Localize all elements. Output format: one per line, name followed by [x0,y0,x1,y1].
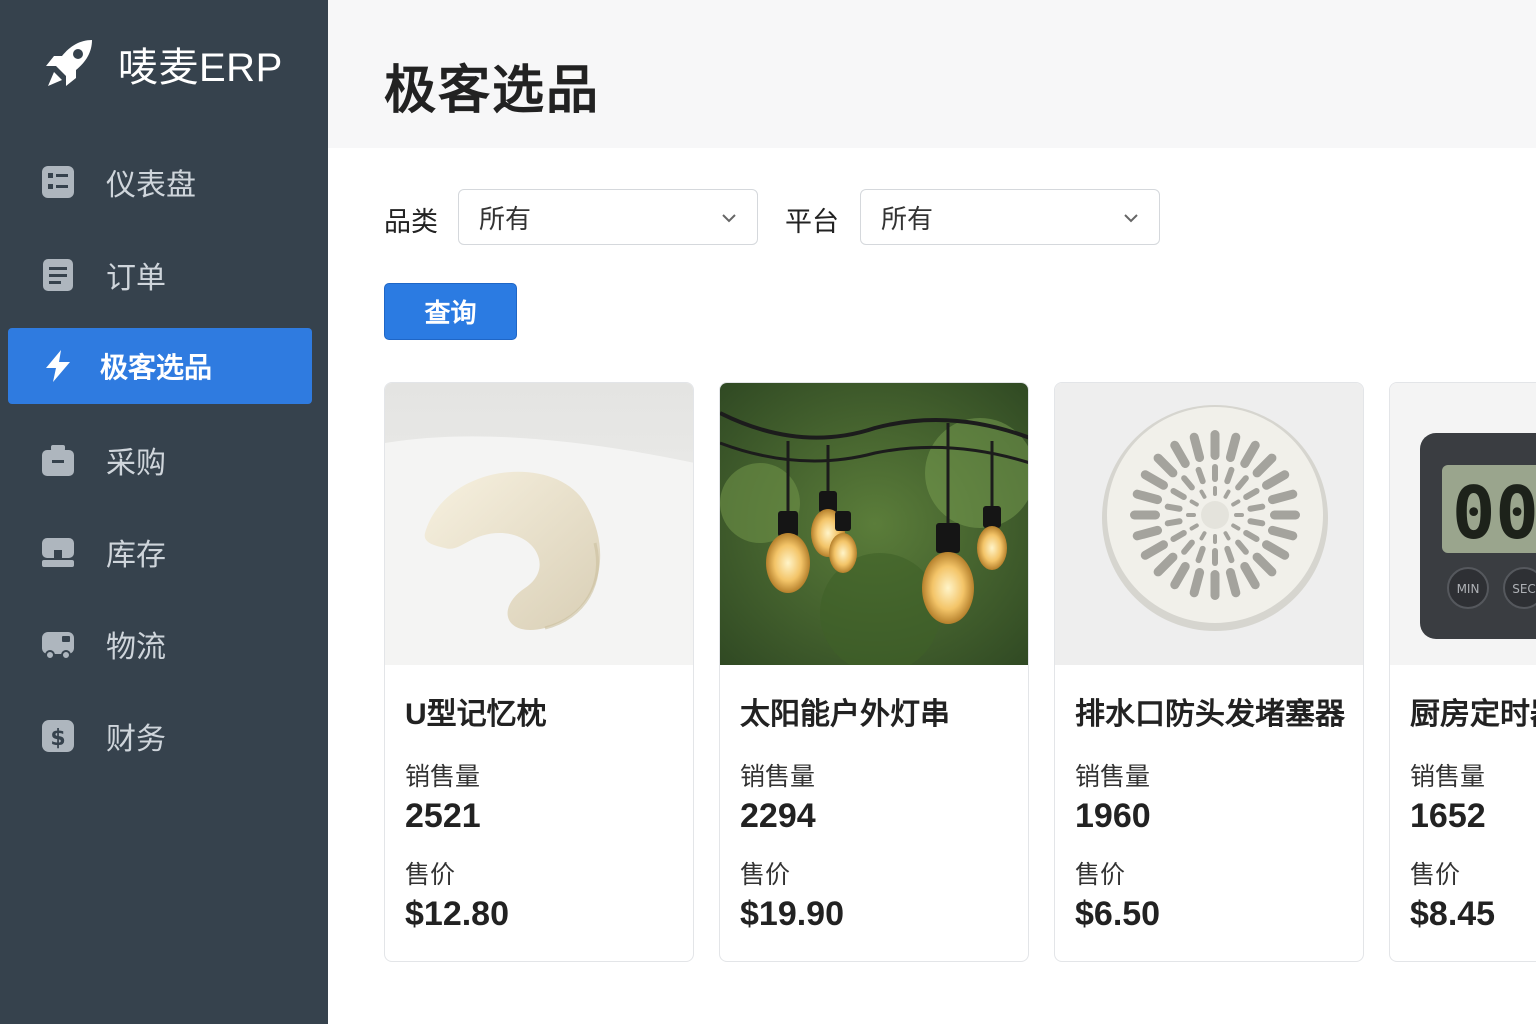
price-label: 售价 [1075,861,1126,889]
category-select-value: 所有 [479,203,532,234]
rocket-icon [40,34,102,94]
document-icon [38,255,78,295]
sidebar-item-label: 库存 [106,539,166,572]
sidebar-item-dashboard[interactable]: 仪表盘 [8,144,312,220]
price-label: 售价 [405,861,456,889]
warehouse-icon [38,532,78,572]
timer-min-label: MIN [1457,582,1480,596]
product-image [385,383,693,665]
sales-label: 销售量 [405,763,481,791]
sidebar-item-logistics[interactable]: 物流 [8,606,312,682]
page-header: 极客选品 [328,0,1536,148]
sidebar-item-label: 物流 [106,631,166,664]
sales-value: 1960 [1075,797,1151,835]
brand-name: 唛麦ERP [118,46,283,90]
sidebar-item-label: 极客选品 [100,352,213,383]
sidebar: 唛麦ERP 仪表盘 订单 极客选品 采购 库存 物流 $ 财务 [0,0,328,1024]
timer-sec-label: SEC [1512,582,1536,596]
product-name: 排水口防头发堵塞器 [1075,698,1345,731]
price-value: $19.90 [740,895,844,933]
product-image [1055,383,1363,665]
price-value: $8.45 [1410,895,1496,933]
price-label: 售价 [1410,861,1461,889]
price-label: 售价 [740,861,791,889]
product-image [720,383,1028,665]
price-value: $6.50 [1075,895,1161,933]
brand[interactable]: 唛麦ERP [40,34,283,94]
sales-label: 销售量 [1410,763,1486,791]
briefcase-icon [38,440,78,480]
sidebar-item-product-selection[interactable]: 极客选品 [8,328,312,404]
sidebar-item-finance[interactable]: $ 财务 [8,698,312,774]
main-content: 极客选品 品类 所有 平台 所有 查询 U型记忆枕 销售量 2521 售价 $1… [328,0,1536,1024]
chevron-down-icon [1121,208,1141,228]
product-card[interactable]: U型记忆枕 销售量 2521 售价 $12.80 [384,382,694,962]
sales-value: 1652 [1410,797,1486,835]
sales-label: 销售量 [740,763,816,791]
platform-select-value: 所有 [881,203,934,234]
truck-icon [38,624,78,664]
product-card[interactable]: 00 MIN SEC 厨房定时器 销售量 1652 售价 $8.45 [1389,382,1536,962]
category-filter-label: 品类 [384,207,438,237]
svg-text:$: $ [50,726,65,751]
sidebar-item-label: 采购 [106,447,166,480]
sales-value: 2521 [405,797,481,835]
query-button[interactable]: 查询 [384,283,517,340]
sales-value: 2294 [740,797,816,835]
product-name: U型记忆枕 [405,698,547,731]
price-value: $12.80 [405,895,509,933]
timer-digits: 00 [1452,471,1536,555]
lightning-icon [38,346,78,386]
sidebar-item-inventory[interactable]: 库存 [8,514,312,590]
chevron-down-icon [719,208,739,228]
sidebar-item-label: 订单 [106,262,166,295]
page-title: 极客选品 [384,62,601,120]
dashboard-icon [38,162,78,202]
platform-filter-label: 平台 [785,207,839,237]
product-image: 00 MIN SEC [1390,383,1536,665]
sidebar-item-label: 仪表盘 [106,169,196,202]
product-name: 太阳能户外灯串 [740,698,950,731]
sidebar-item-purchasing[interactable]: 采购 [8,422,312,498]
product-name: 厨房定时器 [1410,698,1536,731]
category-select[interactable]: 所有 [458,189,758,245]
sidebar-item-label: 财务 [106,723,166,756]
dollar-icon: $ [38,716,78,756]
product-card[interactable]: 排水口防头发堵塞器 销售量 1960 售价 $6.50 [1054,382,1364,962]
sidebar-item-orders[interactable]: 订单 [8,237,312,313]
platform-select[interactable]: 所有 [860,189,1160,245]
product-card[interactable]: 太阳能户外灯串 销售量 2294 售价 $19.90 [719,382,1029,962]
sales-label: 销售量 [1075,763,1151,791]
